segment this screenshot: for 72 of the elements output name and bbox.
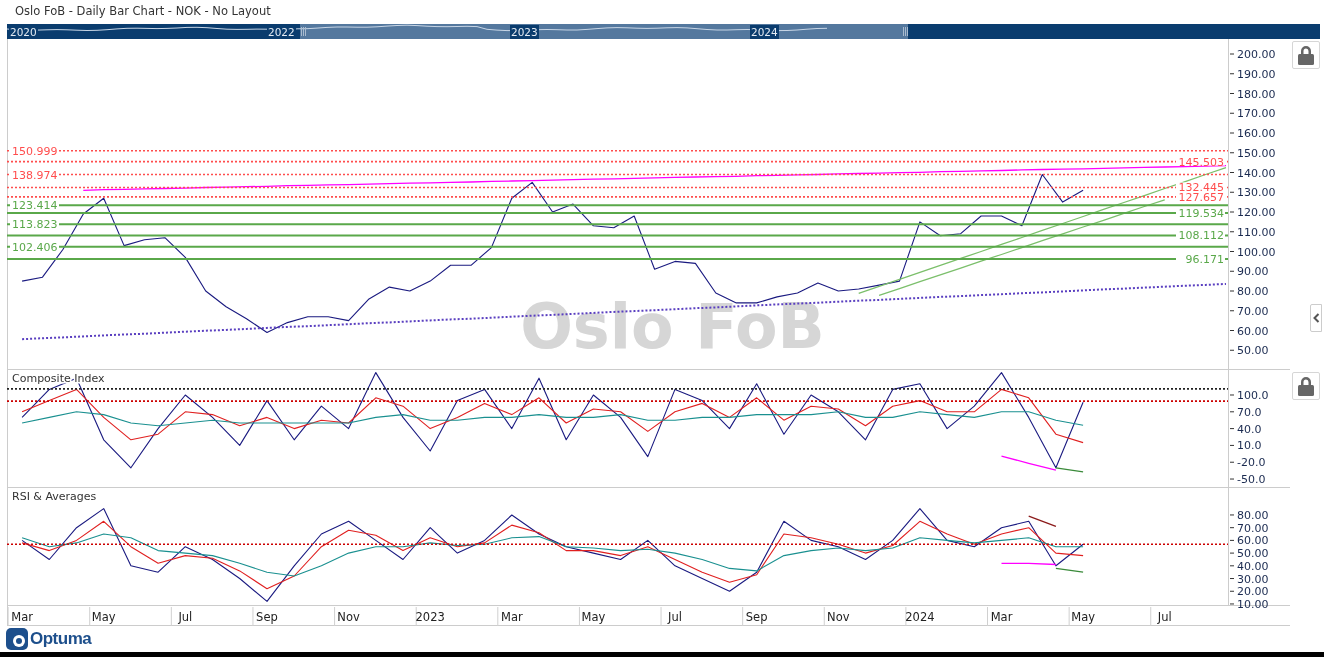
level-label: 113.823 [12, 218, 58, 232]
level-label: 145.503 [1178, 155, 1224, 169]
axis-label: Jul [178, 610, 193, 624]
axis-label: 140.00 [1237, 166, 1276, 180]
panel-title: Composite Index [12, 372, 105, 385]
axis-label: 100.00 [1237, 245, 1276, 259]
axis-label: May [1071, 610, 1095, 624]
lock-icon [1297, 45, 1315, 65]
axis-label: May [91, 610, 116, 624]
axis-label: Mar [990, 610, 1013, 624]
level-label: 119.534 [1178, 206, 1224, 220]
axis-label: 40.0 [1237, 422, 1262, 436]
axis-label: 10.0 [1237, 439, 1262, 453]
level-label: 96.171 [1185, 253, 1224, 267]
axis-label: 70.0 [1237, 405, 1262, 419]
chevron-left-icon [1312, 313, 1320, 323]
year-label: 2023 [510, 25, 539, 39]
axis-label: Mar [500, 610, 523, 624]
level-label: 150.999 [12, 144, 58, 158]
level-label: 123.414 [12, 199, 58, 213]
axis-label: 200.00 [1237, 48, 1276, 61]
year-label: 2020 [9, 25, 38, 39]
axis-label: Nov [337, 610, 360, 624]
axis-label: 60.00 [1237, 534, 1269, 548]
level-label: 102.406 [12, 240, 58, 254]
grip-icon[interactable] [301, 27, 306, 36]
axis-label: 10.00 [1237, 597, 1269, 611]
axis-label: 150.00 [1237, 146, 1276, 160]
axis-label: 80.00 [1237, 285, 1269, 298]
window-title: Oslo FoB - Daily Bar Chart - NOK - No Layout [15, 4, 271, 18]
axis-label: May [581, 610, 606, 624]
axis-label: 130.00 [1237, 186, 1276, 200]
axis-label: 110.00 [1237, 225, 1276, 239]
lock-icon [1297, 376, 1315, 396]
axis-label: 20.00 [1237, 585, 1269, 599]
lock-button[interactable] [1292, 372, 1320, 400]
axis-label: Jul [1157, 610, 1172, 624]
axis-label: 120.00 [1237, 206, 1276, 219]
collapse-button[interactable] [1310, 304, 1322, 332]
axis-label: Sep [256, 610, 278, 624]
axis-label: 90.00 [1237, 265, 1269, 279]
axis-label: 30.00 [1237, 572, 1269, 586]
timeline-navigator[interactable]: 2020 2022 2023 2024 [7, 24, 1320, 39]
axis-label: 170.00 [1237, 107, 1276, 121]
axis-label: 70.00 [1237, 304, 1269, 318]
axis-label: 2023 [415, 610, 445, 624]
axis-label: 40.00 [1237, 559, 1269, 573]
level-label: 108.112 [1178, 229, 1224, 243]
lock-button[interactable] [1292, 41, 1320, 69]
axis-label: 70.00 [1237, 521, 1269, 535]
year-label: 2024 [750, 25, 779, 39]
axis-label: Nov [827, 610, 850, 624]
axis-label: -20.0 [1237, 456, 1266, 470]
axis-label: 180.00 [1237, 87, 1276, 101]
axis-label: 2024 [905, 610, 935, 624]
panel-title: RSI & Averages [12, 490, 97, 503]
axis-label: 100.0 [1237, 389, 1269, 402]
axis-label: 80.00 [1237, 508, 1269, 522]
year-label: 2022 [267, 25, 296, 39]
axis-label: 160.00 [1237, 127, 1276, 140]
axis-label: 60.00 [1237, 324, 1269, 338]
axis-label: 50.00 [1237, 344, 1269, 358]
level-label: 138.974 [12, 168, 58, 182]
grip-icon[interactable] [903, 27, 908, 36]
axis-label: Mar [11, 610, 33, 624]
axis-label: Jul [668, 610, 682, 624]
axis-label: 50.00 [1237, 547, 1269, 561]
optuma-logo: Optuma [6, 627, 92, 650]
axis-label: Sep [745, 610, 768, 624]
axis-label: -50.0 [1237, 473, 1266, 487]
axis-label: 190.00 [1237, 67, 1276, 81]
trend-line [1028, 515, 1057, 528]
